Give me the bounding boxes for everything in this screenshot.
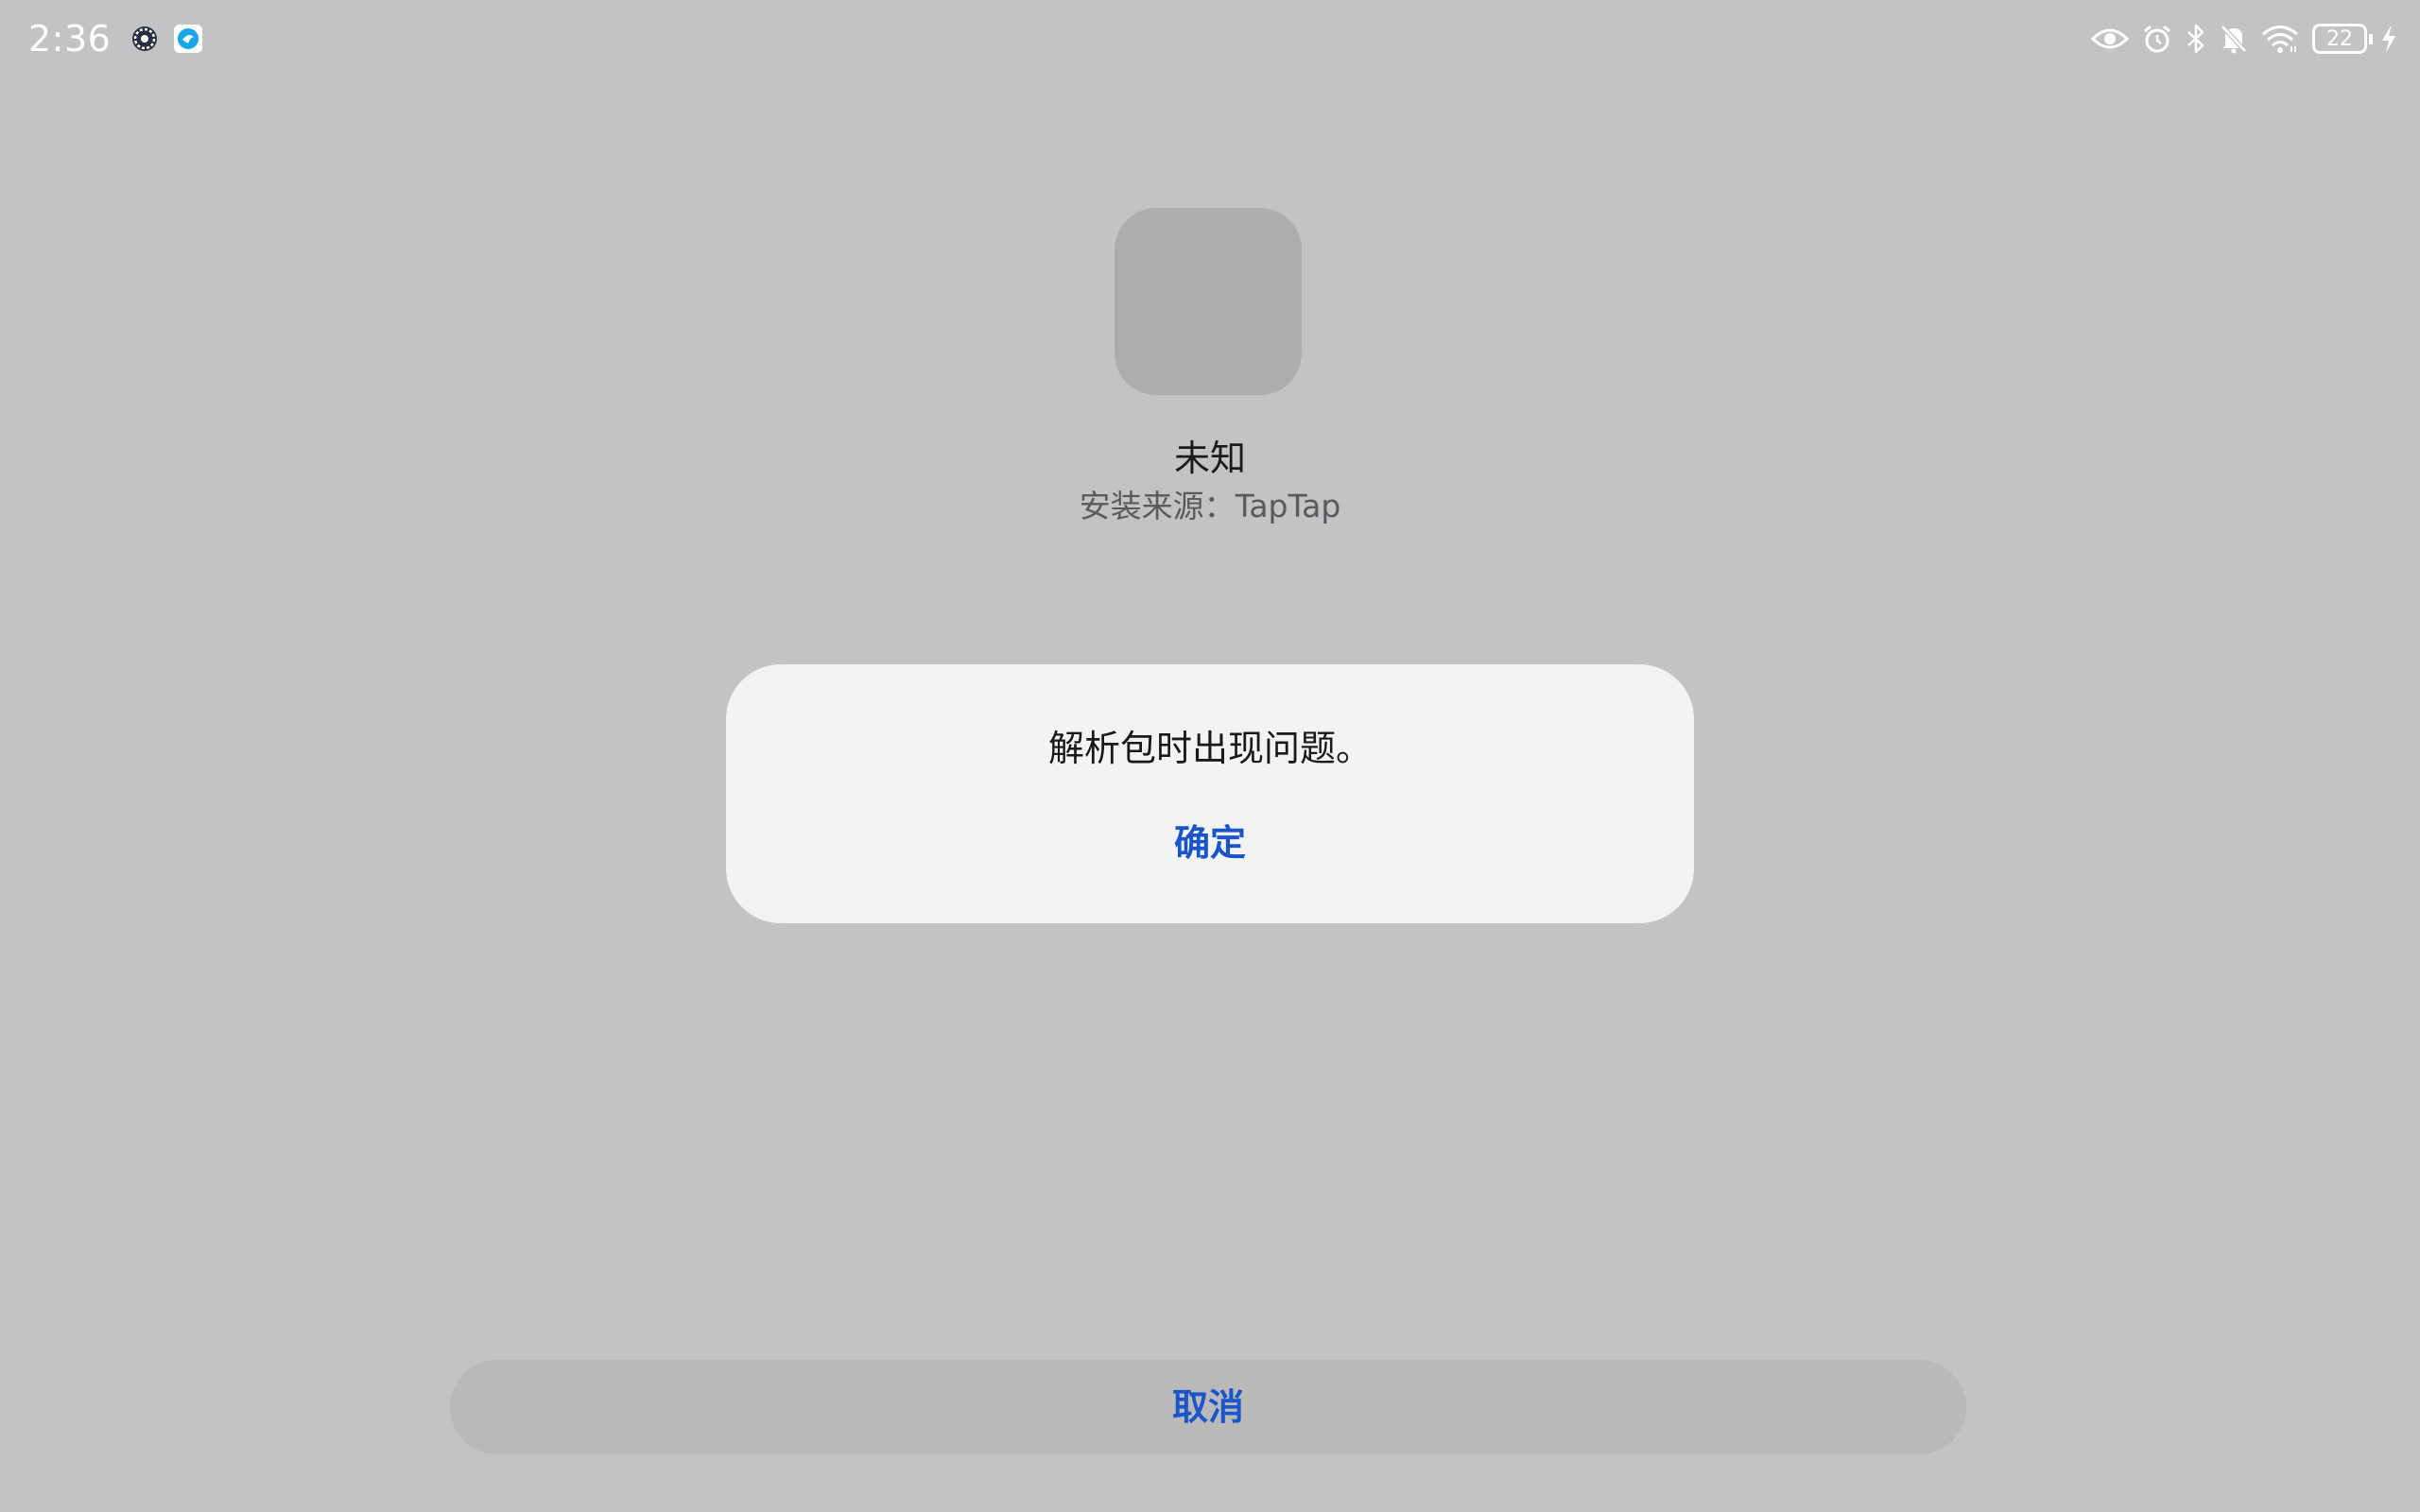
app-icon: [1115, 208, 1302, 395]
battery-level: 22: [2326, 26, 2353, 51]
eye-icon: [2091, 28, 2129, 49]
install-source: 安装来源：TapTap: [1079, 488, 1341, 524]
wifi-icon: [2262, 26, 2298, 53]
app-name: 未知: [1173, 438, 1246, 479]
taptap-app-icon: [174, 25, 203, 53]
bluetooth-icon: [2187, 24, 2204, 54]
battery-tip: [2369, 34, 2373, 44]
status-bar-right: 22: [2091, 11, 2397, 66]
charging-icon: [2382, 25, 2395, 53]
mute-icon: [2221, 25, 2247, 54]
error-dialog: 解析包时出现问题。 确定: [726, 664, 1694, 923]
dialog-message: 解析包时出现问题。: [1047, 728, 1372, 769]
status-time: 2:36: [28, 18, 112, 60]
alarm-icon: [2144, 25, 2170, 53]
status-bar-left: 2:36: [28, 11, 203, 66]
confirm-button[interactable]: 确定: [1115, 810, 1305, 876]
settings-gear-icon: [132, 26, 158, 51]
cancel-button[interactable]: 取消: [450, 1360, 1966, 1454]
battery-icon: 22: [2312, 24, 2373, 54]
status-bar: 2:36 22: [0, 0, 2420, 77]
